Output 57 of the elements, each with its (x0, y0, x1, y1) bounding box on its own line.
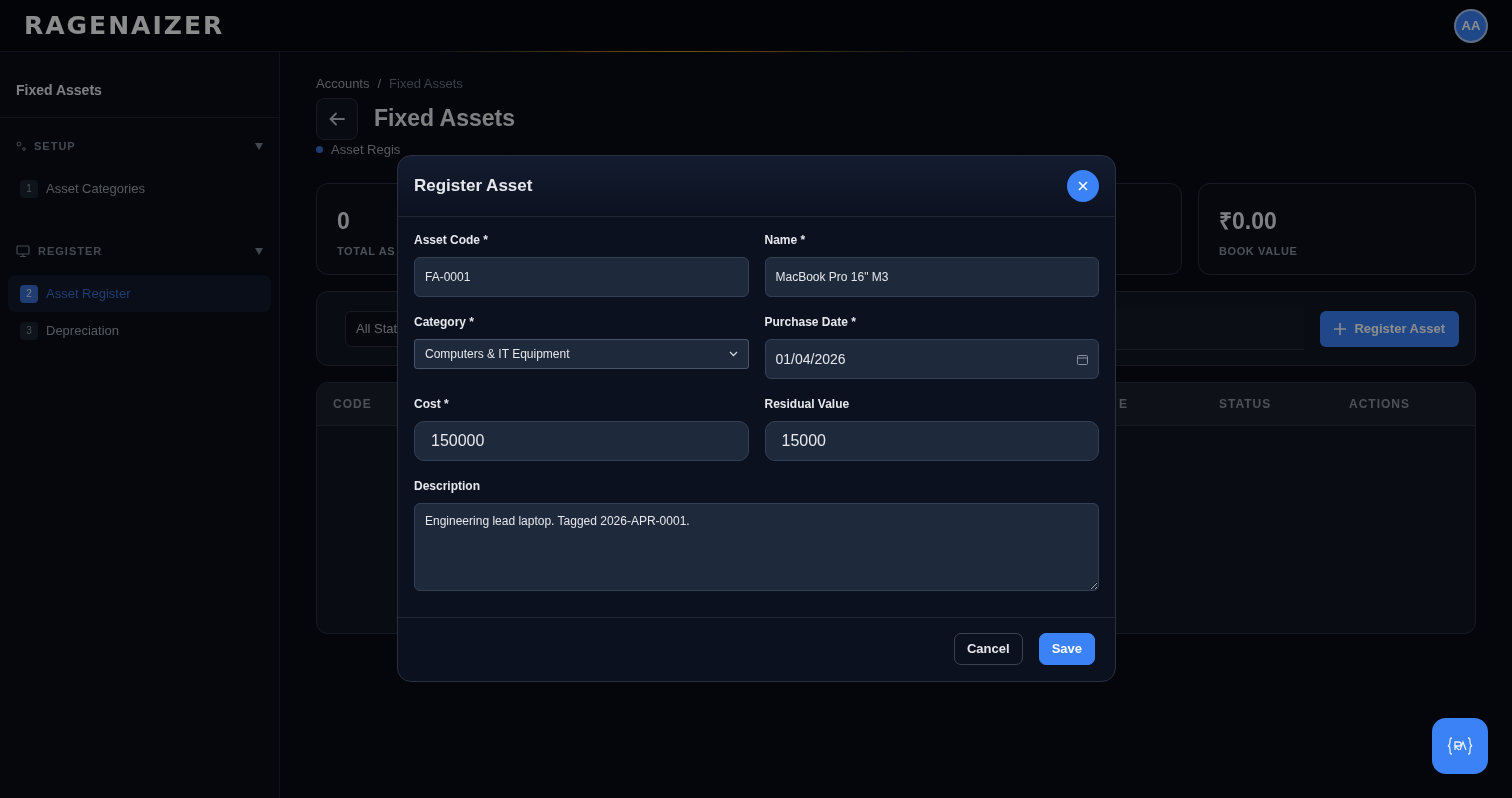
sidebar-item[interactable]: 1 Asset Categories (8, 170, 271, 207)
page-title: Fixed Assets (374, 104, 516, 134)
close-icon (1078, 181, 1088, 191)
column-header: STATUS (1219, 396, 1272, 413)
input-field[interactable]: MacBook Pro 16" M3 (764, 257, 1099, 297)
field-label: Asset Code * (414, 232, 490, 249)
breadcrumb-link[interactable]: Accounts (316, 74, 370, 94)
monitor-icon (16, 245, 30, 257)
stat-value: 0 (337, 207, 350, 236)
field-label: Description (414, 478, 481, 495)
assistant-icon (1447, 736, 1473, 756)
item-number: 1 (20, 179, 38, 198)
stat-label: BOOK VALUE (1219, 243, 1298, 259)
stat-label: TOTAL AS (337, 243, 396, 259)
column-header: E (1119, 396, 1128, 413)
assistant-button[interactable] (1432, 718, 1488, 774)
field-label: Purchase Date * (764, 314, 857, 331)
date-field[interactable]: 01/04/2026 (764, 339, 1099, 379)
item-label: Depreciation (46, 321, 119, 340)
avatar[interactable]: AA (1454, 8, 1488, 43)
description-field[interactable]: Engineering lead laptop. Tagged 2026-APR-0001. (414, 503, 1099, 591)
field-label: Cost * (414, 396, 450, 413)
item-number: 2 (20, 284, 38, 303)
back-arrow-icon (329, 111, 345, 126)
input-field[interactable]: FA-0001 (414, 257, 749, 297)
cancel-button[interactable]: Cancel (954, 633, 1023, 665)
field-label: Residual Value (764, 396, 851, 413)
item-label: Asset Register (46, 284, 131, 303)
column-header: ACTIONS (1349, 396, 1410, 413)
register-asset-button[interactable]: Register Asset (1320, 310, 1459, 347)
field-label: Category * (414, 314, 476, 331)
input-field[interactable]: 15000 (764, 421, 1099, 461)
section-heading[interactable]: SETUP (34, 137, 255, 155)
breadcrumb-link[interactable]: Fixed Assets (389, 74, 463, 94)
calendar-icon[interactable] (1077, 353, 1088, 365)
page-subtitle: Asset Regis (331, 140, 401, 159)
sidebar-item[interactable]: 3 Depreciation (8, 312, 271, 349)
section-heading[interactable]: REGISTER (38, 242, 255, 260)
gear-icon (16, 141, 26, 151)
back-button[interactable] (316, 97, 358, 140)
chevron-icon (728, 351, 738, 357)
plus-icon (1334, 322, 1347, 335)
input-field[interactable]: 150000 (414, 421, 749, 461)
sidebar-item[interactable]: 2 Asset Register (8, 275, 271, 312)
item-label: Asset Categories (46, 179, 145, 198)
status-dot (316, 145, 323, 153)
item-number: 3 (20, 321, 38, 340)
logo[interactable]: RAGENAIZER (24, 6, 225, 45)
breadcrumb-separator: / (377, 75, 382, 93)
close-button[interactable] (1067, 170, 1099, 202)
modal-title: Register Asset (414, 175, 533, 198)
field-label: Name * (764, 232, 807, 249)
category-select[interactable]: Computers & IT Equipment (414, 339, 749, 369)
column-header: CODE (333, 396, 372, 413)
sidebar-title: Fixed Assets (0, 52, 279, 118)
save-button[interactable]: Save (1038, 633, 1095, 665)
stat-value: ₹0.00 (1219, 207, 1277, 236)
